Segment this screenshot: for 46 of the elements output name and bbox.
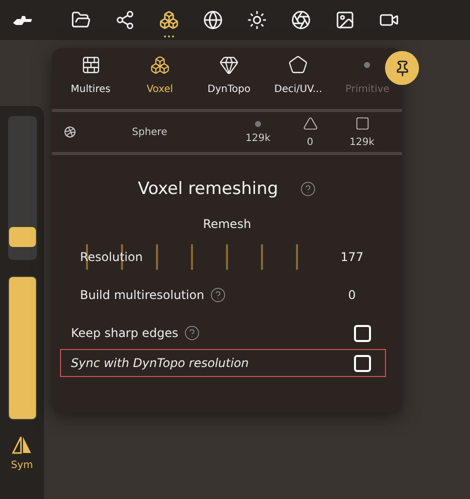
parameter-value: 0 <box>347 288 357 302</box>
sphere-icon <box>64 126 76 138</box>
square-icon <box>354 116 370 131</box>
stat-value: 0 <box>306 137 314 148</box>
tab[interactable]: Multires <box>56 54 126 109</box>
cubes-icon <box>159 10 179 30</box>
gem-icon <box>219 55 239 75</box>
sun-icon <box>247 10 267 30</box>
nodes-icon <box>115 10 135 30</box>
bricks-icon <box>80 55 101 75</box>
mesh-name: Sphere <box>132 126 168 138</box>
checkbox[interactable] <box>354 324 371 342</box>
number-field[interactable]: Build multiresolution 0 <box>80 279 372 311</box>
cubes-icon <box>150 55 170 75</box>
parameter-label: Resolution <box>80 250 143 264</box>
pin-button[interactable] <box>385 51 419 85</box>
globe-icon <box>203 10 223 30</box>
triangle-icon <box>302 116 318 131</box>
stat-value: 129k <box>246 132 270 144</box>
symmetry-label: Sym <box>10 460 33 471</box>
aperture-icon <box>291 10 311 30</box>
slider-fill[interactable] <box>8 226 36 247</box>
dots-icon <box>163 35 175 38</box>
option-label: Keep sharp edges <box>71 326 178 340</box>
symmetry-icon[interactable] <box>12 436 32 454</box>
help-icon[interactable] <box>184 325 200 341</box>
ship-logo-icon <box>12 14 34 26</box>
option-label: Sync with DynTopo resolution <box>71 356 249 370</box>
parameter-value: 177 <box>340 250 364 264</box>
tab[interactable]: Deci/UV... <box>264 54 333 109</box>
polygon-icon <box>288 55 308 75</box>
help-icon[interactable] <box>300 181 316 197</box>
tick-scale-field[interactable]: Resolution 177 <box>80 241 372 273</box>
folder-icon <box>71 10 91 30</box>
vertical-slider[interactable] <box>8 116 36 260</box>
tab[interactable]: DynTopo <box>194 54 264 109</box>
remesh-button[interactable]: Remesh <box>192 213 262 235</box>
stat-value: 129k <box>350 137 374 148</box>
vertex-icon <box>255 120 261 126</box>
tab[interactable]: Voxel <box>125 54 194 109</box>
section-title: Voxel remeshing <box>138 179 278 199</box>
help-icon[interactable] <box>210 287 226 303</box>
checkbox[interactable] <box>354 354 371 372</box>
dot-icon <box>364 62 370 68</box>
parameter-label: Build multiresolution <box>80 288 204 302</box>
image-icon <box>335 10 355 30</box>
